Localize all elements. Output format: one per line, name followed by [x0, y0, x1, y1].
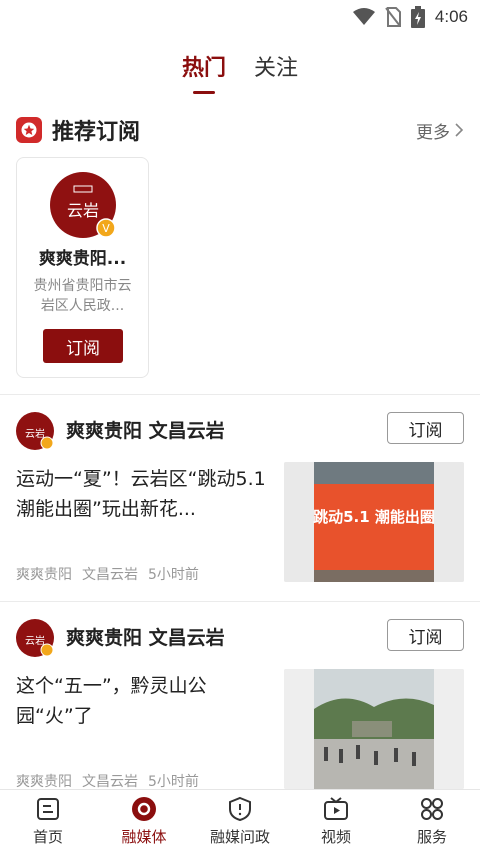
- nav-services[interactable]: 服务: [384, 790, 480, 853]
- nav-video-label: 视频: [320, 828, 351, 846]
- svg-text:V: V: [102, 222, 110, 235]
- chevron-right-icon: [455, 123, 464, 137]
- meta-source: 爽爽贵阳: [16, 567, 72, 583]
- services-icon: [421, 798, 443, 820]
- feed-title[interactable]: 这个“五一”，黔灵山公园“火”了: [16, 671, 274, 731]
- video-icon: [324, 797, 348, 820]
- nav-inquiry[interactable]: 融媒问政: [192, 790, 288, 853]
- status-bar: 4:06: [0, 0, 480, 34]
- meta-channel: 文昌云岩: [82, 567, 138, 583]
- more-label: 更多: [416, 122, 450, 143]
- tab-hot[interactable]: 热门: [182, 50, 226, 82]
- recommend-header: 推荐订阅 更多: [0, 102, 480, 158]
- recommend-subscribe-button[interactable]: 订阅: [43, 329, 123, 363]
- subscribe-button[interactable]: 订阅: [387, 619, 464, 651]
- no-sim-icon: [385, 7, 401, 27]
- source-avatar: 云岩: [16, 619, 54, 657]
- feed-item[interactable]: 云岩 爽爽贵阳 文昌云岩 订阅 运动一“夏”！云岩区“跳动5.1 潮能出圈”玩出…: [0, 398, 480, 598]
- recommend-card[interactable]: 云岩 V 爽爽贵阳... 贵州省贵阳市云岩区人民政... 订阅: [16, 157, 149, 378]
- meta-time: 5小时前: [148, 567, 199, 583]
- divider: [0, 394, 480, 395]
- feed-thumbnail[interactable]: [284, 669, 464, 789]
- media-icon: [132, 797, 156, 821]
- source-name[interactable]: 爽爽贵阳 文昌云岩: [66, 416, 225, 443]
- meta-source: 爽爽贵阳: [16, 774, 72, 790]
- park-photo-image: [284, 669, 464, 789]
- feed-item[interactable]: 云岩 爽爽贵阳 文昌云岩 订阅 这个“五一”，黔灵山公园“火”了 爽爽贵阳 文昌…: [0, 605, 480, 805]
- recommend-title: 推荐订阅: [52, 120, 141, 145]
- nav-services-label: 服务: [416, 828, 447, 846]
- home-icon: [37, 798, 59, 820]
- top-tabs: 热门 关注: [0, 34, 480, 94]
- feed-meta: 爽爽贵阳 文昌云岩 5小时前: [16, 771, 199, 791]
- bottom-nav: 首页 融媒体 融媒问政 视频 服务: [0, 789, 480, 853]
- meta-time: 5小时前: [148, 774, 199, 790]
- meta-channel: 文昌云岩: [82, 774, 138, 790]
- svg-text:云岩: 云岩: [25, 427, 45, 440]
- nav-home[interactable]: 首页: [0, 790, 96, 853]
- recommend-card-desc: 贵州省贵阳市云岩区人民政...: [33, 278, 132, 314]
- star-badge-icon: [16, 117, 42, 143]
- source-name[interactable]: 爽爽贵阳 文昌云岩: [66, 623, 225, 650]
- svg-text:云岩: 云岩: [25, 634, 45, 647]
- recommend-card-name: 爽爽贵阳...: [38, 249, 127, 269]
- channel-logo-avatar: 云岩 V: [50, 172, 116, 238]
- more-link[interactable]: 更多: [416, 118, 464, 143]
- nav-home-label: 首页: [32, 828, 63, 846]
- shield-icon: [229, 796, 251, 822]
- banner-text: 跳动5.1 潮能出圈: [313, 508, 435, 526]
- subscribe-button[interactable]: 订阅: [387, 412, 464, 444]
- nav-media-label: 融媒体: [121, 828, 167, 846]
- feed-meta: 爽爽贵阳 文昌云岩 5小时前: [16, 564, 199, 584]
- tab-follow[interactable]: 关注: [254, 50, 298, 82]
- feed-thumbnail[interactable]: 跳动5.1 潮能出圈: [284, 462, 464, 582]
- clock: 4:06: [434, 7, 468, 26]
- nav-video[interactable]: 视频: [288, 790, 384, 853]
- nav-inquiry-label: 融媒问政: [209, 828, 270, 846]
- nav-media[interactable]: 融媒体: [96, 790, 192, 853]
- battery-icon: [410, 6, 425, 28]
- feed-title[interactable]: 运动一“夏”！云岩区“跳动5.1 潮能出圈”玩出新花...: [16, 464, 274, 524]
- event-banner-image: 跳动5.1 潮能出圈: [284, 462, 464, 582]
- divider: [0, 601, 480, 602]
- logo-text: 云岩: [67, 201, 99, 220]
- source-avatar: 云岩: [16, 412, 54, 450]
- wifi-icon: [352, 8, 375, 25]
